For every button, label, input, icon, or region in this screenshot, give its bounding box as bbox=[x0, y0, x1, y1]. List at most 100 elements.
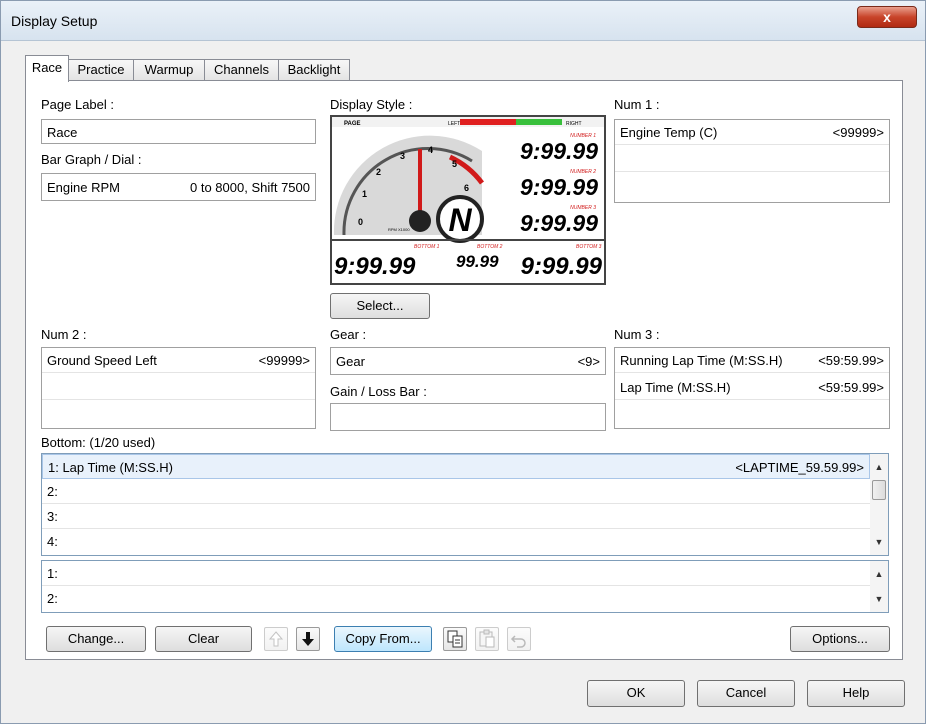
num2-row-value: <99999> bbox=[258, 353, 310, 368]
page-label-value: Race bbox=[47, 125, 78, 140]
page-label-caption: Page Label : bbox=[41, 97, 115, 112]
display-setup-window: Display Setup x Race Practice Warmup Cha… bbox=[0, 0, 926, 724]
num1-list[interactable]: Engine Temp (C) <99999> bbox=[614, 119, 890, 203]
bottom2-text: BOTTOM 2 bbox=[477, 244, 503, 250]
preview-right-bar bbox=[516, 119, 562, 125]
bar-graph-range: 0 to 8000, Shift 7500 bbox=[190, 180, 310, 195]
num1-row[interactable]: Engine Temp (C) <99999> bbox=[615, 120, 889, 145]
gear-field[interactable]: Gear <9> bbox=[330, 347, 606, 375]
bottom-list-row[interactable]: 4: bbox=[42, 529, 870, 554]
num1-row-value: <99999> bbox=[832, 125, 884, 140]
number3-value: 9:99.99 bbox=[520, 210, 598, 236]
page-label-field[interactable]: Race bbox=[41, 119, 316, 144]
bottom-secondary-row[interactable]: 1: bbox=[42, 561, 870, 586]
scroll-up-arrow-icon[interactable]: ▲ bbox=[870, 458, 888, 476]
close-button[interactable]: x bbox=[857, 6, 917, 28]
copy-from-button[interactable]: Copy From... bbox=[334, 626, 432, 652]
num3-row-value: <59:59.99> bbox=[818, 353, 884, 368]
window-title: Display Setup bbox=[11, 13, 98, 29]
tab-race[interactable]: Race bbox=[25, 55, 69, 82]
tab-warmup[interactable]: Warmup bbox=[133, 59, 205, 81]
tab-practice[interactable]: Practice bbox=[68, 59, 134, 81]
preview-right-text: RIGHT bbox=[566, 121, 582, 127]
bar-graph-field[interactable]: Engine RPM 0 to 8000, Shift 7500 bbox=[41, 173, 316, 201]
number2-value: 9:99.99 bbox=[520, 174, 598, 200]
preview-left-bar bbox=[460, 119, 516, 125]
copy-icon[interactable] bbox=[443, 627, 467, 651]
preview-page-text: PAGE bbox=[344, 121, 361, 127]
num3-row-name: Lap Time (M:SS.H) bbox=[620, 380, 731, 395]
bottom-list-row-selected[interactable]: 1: Lap Time (M:SS.H) <LAPTIME_59.59.99> bbox=[42, 454, 870, 479]
move-down-arrow-icon[interactable] bbox=[296, 627, 320, 651]
gear-value: <9> bbox=[577, 354, 600, 369]
num3-row-value: <59:59.99> bbox=[818, 380, 884, 395]
bottom3-text: BOTTOM 3 bbox=[576, 244, 602, 250]
num2-list[interactable]: Ground Speed Left <99999> bbox=[41, 347, 316, 429]
dial-unit-text: RPM X1000 bbox=[388, 227, 410, 232]
bottom-list-row[interactable]: 3: bbox=[42, 504, 870, 529]
ok-button[interactable]: OK bbox=[587, 680, 685, 707]
bottom-secondary-row[interactable]: 2: bbox=[42, 586, 870, 611]
display-style-caption: Display Style : bbox=[330, 97, 413, 112]
num2-row-name: Ground Speed Left bbox=[47, 353, 157, 368]
bottom-secondary-row-name: 1: bbox=[47, 566, 58, 581]
select-display-style-button[interactable]: Select... bbox=[330, 293, 430, 319]
change-button[interactable]: Change... bbox=[46, 626, 146, 652]
scroll-down-arrow-icon[interactable]: ▼ bbox=[870, 533, 888, 551]
dash-preview-svg: PAGE LEFT RIGHT 0 1 2 3 4 5 6 RPM X1000 bbox=[332, 117, 604, 283]
gear-name: Gear bbox=[336, 354, 365, 369]
gear-caption: Gear : bbox=[330, 327, 367, 342]
num3-row-name: Running Lap Time (M:SS.H) bbox=[620, 353, 783, 368]
scroll-down-arrow-icon[interactable]: ▼ bbox=[870, 590, 888, 608]
undo-icon[interactable] bbox=[507, 627, 531, 651]
num1-caption: Num 1 : bbox=[614, 97, 660, 112]
dial-tick-2: 2 bbox=[376, 167, 381, 177]
race-tab-panel: Page Label : Race Bar Graph / Dial : Eng… bbox=[25, 80, 903, 660]
scroll-up-arrow-icon[interactable]: ▲ bbox=[870, 565, 888, 583]
bottom1-text: BOTTOM 1 bbox=[414, 244, 440, 250]
bottom1-value: 9:99.99 bbox=[334, 253, 416, 280]
num1-row-name: Engine Temp (C) bbox=[620, 125, 718, 140]
bottom-list-row[interactable]: 2: bbox=[42, 479, 870, 504]
num2-row[interactable]: Ground Speed Left <99999> bbox=[42, 348, 315, 373]
num2-row-empty[interactable] bbox=[42, 402, 315, 427]
num3-row-empty[interactable] bbox=[615, 402, 889, 427]
num2-caption: Num 2 : bbox=[41, 327, 87, 342]
move-up-arrow-icon[interactable] bbox=[264, 627, 288, 651]
scroll-thumb[interactable] bbox=[872, 480, 886, 500]
bottom-secondary-list[interactable]: 1: 2: ▲ ▼ bbox=[41, 560, 889, 613]
num1-row-empty[interactable] bbox=[615, 174, 889, 199]
tab-backlight[interactable]: Backlight bbox=[278, 59, 350, 81]
gain-loss-field[interactable] bbox=[330, 403, 606, 431]
gear-indicator-text: N bbox=[448, 202, 472, 238]
bottom2-value: 99.99 bbox=[456, 252, 499, 271]
num3-row[interactable]: Running Lap Time (M:SS.H) <59:59.99> bbox=[615, 348, 889, 373]
paste-icon[interactable] bbox=[475, 627, 499, 651]
num3-list[interactable]: Running Lap Time (M:SS.H) <59:59.99> Lap… bbox=[614, 347, 890, 429]
bottom-row-value: <LAPTIME_59.59.99> bbox=[735, 460, 864, 475]
num1-row-empty[interactable] bbox=[615, 147, 889, 172]
dial-hub bbox=[409, 210, 431, 232]
num3-row[interactable]: Lap Time (M:SS.H) <59:59.99> bbox=[615, 375, 889, 400]
number1-value: 9:99.99 bbox=[520, 138, 598, 164]
help-button[interactable]: Help bbox=[807, 680, 905, 707]
bottom-list[interactable]: 1: Lap Time (M:SS.H) <LAPTIME_59.59.99> … bbox=[41, 453, 889, 556]
options-button[interactable]: Options... bbox=[790, 626, 890, 652]
bottom-secondary-scrollbar[interactable]: ▲ ▼ bbox=[870, 561, 888, 612]
tab-channels[interactable]: Channels bbox=[204, 59, 279, 81]
dial-tick-3: 3 bbox=[400, 151, 405, 161]
bottom-row-name: 2: bbox=[47, 484, 58, 499]
dial-tick-5: 5 bbox=[452, 159, 457, 169]
cancel-button[interactable]: Cancel bbox=[697, 680, 795, 707]
dial-tick-0: 0 bbox=[358, 217, 363, 227]
bottom-row-name: 1: Lap Time (M:SS.H) bbox=[48, 460, 173, 475]
bottom-row-name: 4: bbox=[47, 534, 58, 549]
gain-loss-caption: Gain / Loss Bar : bbox=[330, 384, 427, 399]
dial-tick-1: 1 bbox=[362, 189, 367, 199]
bottom-list-scrollbar[interactable]: ▲ ▼ bbox=[870, 454, 888, 555]
num2-row-empty[interactable] bbox=[42, 375, 315, 400]
dial-tick-4: 4 bbox=[428, 145, 433, 155]
bottom-row-name: 3: bbox=[47, 509, 58, 524]
clear-button[interactable]: Clear bbox=[155, 626, 252, 652]
display-style-preview[interactable]: PAGE LEFT RIGHT 0 1 2 3 4 5 6 RPM X1000 bbox=[330, 115, 606, 285]
